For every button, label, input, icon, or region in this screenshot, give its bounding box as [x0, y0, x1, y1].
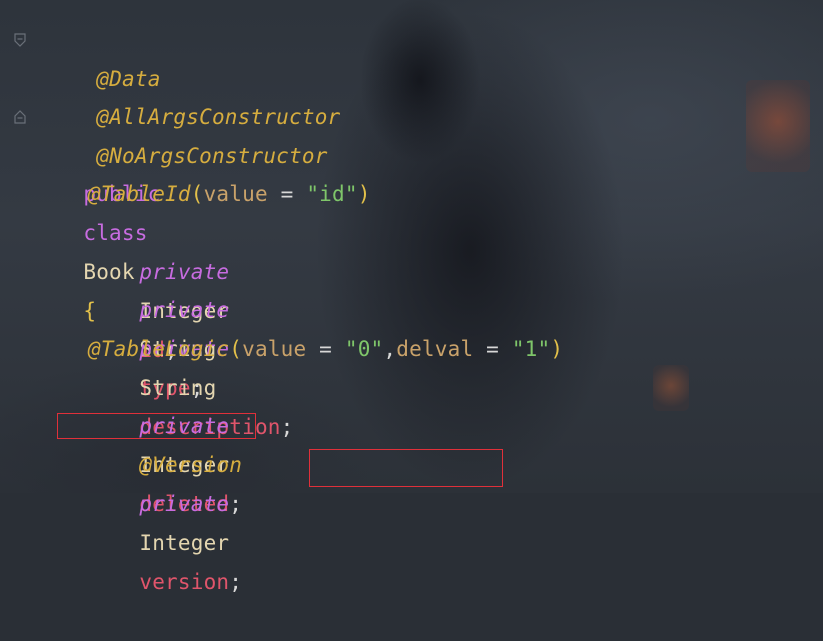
- keyword: private: [139, 492, 230, 516]
- annotation: @TableId: [88, 182, 191, 206]
- param-name: value: [203, 182, 268, 206]
- code-line-2: @AllArgsConstructor: [45, 59, 340, 129]
- code-line-8: private String description;: [88, 291, 294, 439]
- param-name: delval: [396, 337, 474, 361]
- operator: =: [473, 337, 512, 361]
- background-lantern: [653, 365, 689, 411]
- code-line-7: private String type;: [88, 252, 229, 400]
- operator: =: [267, 182, 307, 206]
- comma: ,: [383, 337, 397, 361]
- string-literal: "id": [306, 182, 358, 206]
- code-line-9: @TableLogic(value = "0",delval = "1"): [88, 330, 563, 369]
- operator: =: [306, 337, 345, 361]
- semicolon: ;: [280, 415, 294, 439]
- version-field-highlight: [309, 449, 503, 487]
- semicolon: ;: [229, 492, 243, 516]
- code-line-3: @NoArgsConstructor: [45, 98, 328, 168]
- type-name: Integer: [139, 531, 230, 555]
- paren: (: [229, 337, 243, 361]
- code-line-10: private Integer deleted;: [88, 368, 242, 516]
- fold-start-icon[interactable]: [13, 33, 27, 47]
- param-name: value: [242, 337, 307, 361]
- string-literal: "0": [344, 337, 384, 361]
- field-name: version: [139, 570, 230, 594]
- version-annotation-highlight: [57, 413, 256, 439]
- code-line-12: private Integer version;: [88, 446, 242, 594]
- paren: (: [190, 182, 204, 206]
- code-line-5: @TableId(value = "id"): [88, 175, 371, 214]
- code-line-4: public class Book {: [32, 136, 160, 323]
- string-literal: "1": [511, 337, 551, 361]
- background-lantern: [746, 80, 810, 172]
- annotation: @TableLogic: [88, 337, 230, 361]
- semicolon: ;: [229, 570, 243, 594]
- paren: ): [550, 337, 564, 361]
- code-line-6: private Integer id;: [88, 214, 229, 362]
- code-line-1: @Data: [45, 21, 161, 91]
- paren: ): [357, 182, 371, 206]
- fold-end-icon[interactable]: [13, 110, 27, 124]
